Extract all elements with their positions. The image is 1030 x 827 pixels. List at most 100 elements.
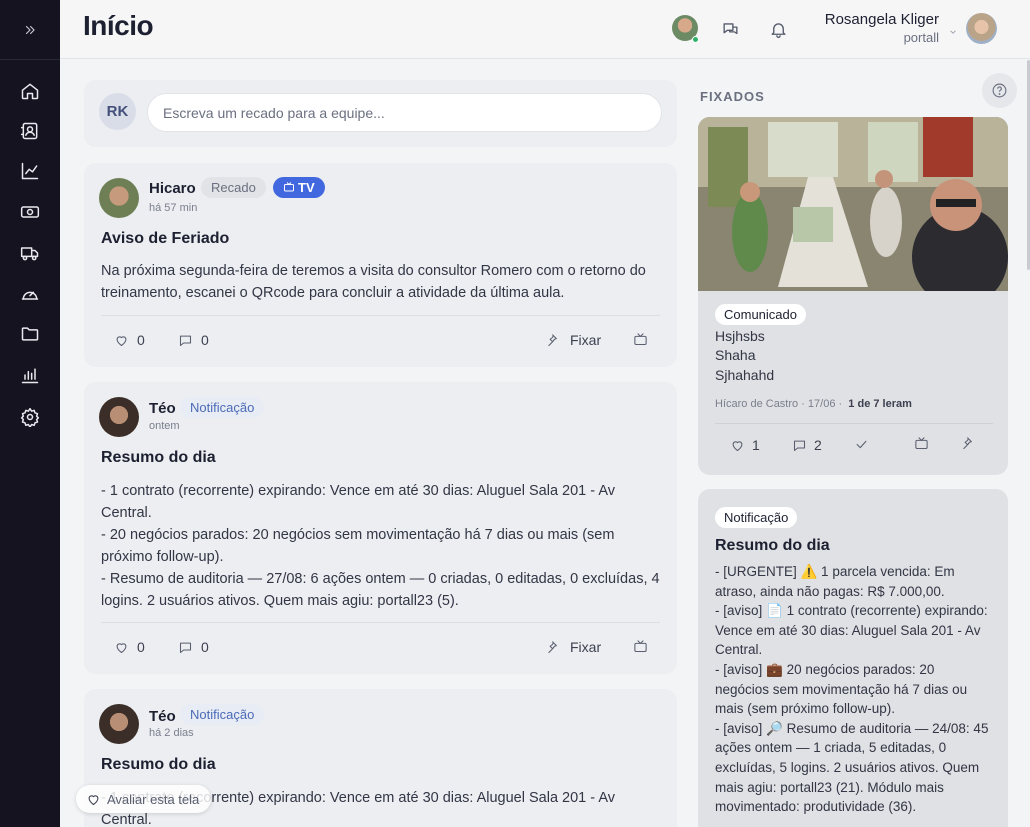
post-body-line: - 1 contrato (recorrente) expirando: Ven… — [101, 483, 615, 521]
pinned-card[interactable]: Notificação Resumo do dia - [URGENTE] ⚠️… — [698, 489, 1008, 827]
sidebar-item-contacts[interactable] — [17, 118, 43, 144]
heart-icon — [116, 642, 127, 653]
post-time: há 57 min — [149, 202, 198, 214]
comment-count: 0 — [201, 332, 209, 348]
pinned-body-line: - [aviso] 📄 1 contrato (recorrente) expi… — [715, 603, 988, 658]
post-title: Resumo do dia — [101, 756, 216, 773]
unpin-button[interactable] — [962, 436, 977, 451]
like-button[interactable]: 1 — [730, 437, 760, 453]
composer-avatar: RK — [99, 93, 136, 130]
composer-card: RK — [84, 80, 677, 147]
comment-icon — [179, 335, 192, 346]
like-count: 1 — [752, 437, 760, 453]
help-button[interactable] — [982, 73, 1017, 108]
pinned-card[interactable]: Comunicado Hsjhsbs Shaha Sjhahahd Hícaro… — [698, 117, 1008, 475]
sidebar-item-finance[interactable] — [17, 199, 43, 225]
feedback-button[interactable]: Avaliar esta tela — [76, 785, 212, 813]
question-icon — [992, 83, 1007, 98]
check-icon — [856, 440, 867, 449]
pinned-text-line: Hsjhsbs — [715, 328, 765, 344]
sidebar-item-home[interactable] — [17, 78, 43, 104]
bell-icon — [770, 22, 786, 38]
folder-icon — [21, 327, 39, 341]
pinned-text-line: Shaha — [715, 347, 756, 363]
author-avatar[interactable] — [99, 397, 139, 437]
author-avatar[interactable] — [99, 178, 139, 218]
post-time: há 2 dias — [149, 727, 194, 739]
sidebar — [0, 0, 60, 827]
user-org: portall — [903, 30, 939, 45]
tv-icon — [634, 333, 647, 346]
post-card: Téo Notificação ontem Resumo do dia - 1 … — [84, 382, 677, 674]
author-avatar[interactable] — [99, 704, 139, 744]
post-type-badge: Recado — [201, 177, 266, 198]
sidebar-item-reports[interactable] — [17, 362, 43, 388]
tv-badge-label: TV — [298, 180, 315, 195]
like-button[interactable]: 0 — [114, 639, 145, 655]
pin-icon — [548, 640, 557, 653]
post-title: Resumo do dia — [101, 449, 216, 466]
comment-icon — [179, 642, 192, 653]
chat-button[interactable] — [719, 18, 741, 40]
pinned-title: Resumo do dia — [715, 537, 830, 554]
pinned-read-count: 1 de 7 leram — [848, 398, 912, 410]
dashboard-icon — [21, 291, 39, 300]
bar-chart-icon — [21, 368, 39, 384]
user-name[interactable]: Rosangela Kliger — [825, 11, 939, 28]
truck-icon — [20, 247, 39, 261]
pinned-text-line: Sjhahahd — [715, 367, 775, 383]
comment-icon — [793, 440, 806, 451]
post-body-line: - Resumo de auditoria — 27/08: 6 ações o… — [101, 571, 660, 609]
heart-icon — [88, 794, 99, 805]
tv-button[interactable] — [633, 639, 648, 654]
pin-button[interactable]: Fixar — [547, 639, 601, 655]
feedback-label: Avaliar esta tela — [107, 791, 200, 807]
chevron-down-icon — [950, 30, 956, 34]
comment-button[interactable]: 2 — [792, 437, 822, 453]
user-avatar[interactable] — [966, 13, 997, 44]
post-body: Na próxima segunda-feira de teremos a vi… — [101, 263, 646, 301]
pinned-body-line: - [aviso] 🔎 Resumo de auditoria — 24/08:… — [715, 720, 989, 815]
comment-count: 2 — [814, 437, 822, 453]
user-menu-toggle[interactable] — [948, 24, 958, 42]
sidebar-item-files[interactable] — [17, 321, 43, 347]
pin-label: Fixar — [570, 639, 602, 655]
home-icon — [21, 83, 39, 100]
post-author[interactable]: Hicaro — [149, 180, 196, 197]
contacts-icon — [20, 122, 38, 140]
post-body-line: - 20 negócios parados: 20 negócios sem m… — [101, 527, 615, 565]
double-chevron-right-icon — [25, 25, 35, 34]
composer-input[interactable] — [147, 93, 662, 132]
tv-icon — [284, 182, 294, 192]
pinned-photo[interactable] — [698, 117, 1008, 291]
comment-button[interactable]: 0 — [178, 332, 209, 348]
top-header: Início Rosangela Kliger portall — [60, 0, 1030, 59]
post-time: ontem — [149, 420, 180, 432]
divider — [101, 315, 660, 316]
sidebar-item-settings[interactable] — [17, 404, 43, 430]
tv-badge: TV — [273, 177, 325, 198]
notifications-button[interactable] — [767, 18, 789, 40]
pinned-type-badge: Comunicado — [715, 304, 806, 325]
divider — [101, 622, 660, 623]
tv-button[interactable] — [914, 436, 929, 451]
post-type-badge: Notificação — [180, 704, 265, 725]
sidebar-item-analytics[interactable] — [17, 158, 43, 184]
sidebar-toggle[interactable] — [0, 0, 60, 60]
post-author[interactable]: Téo — [149, 400, 176, 417]
comment-button[interactable]: 0 — [178, 639, 209, 655]
post-type-badge: Notificação — [180, 397, 265, 418]
pinned-author-date: Hícaro de Castro · 17/06 · — [715, 398, 843, 410]
sidebar-item-dashboard[interactable] — [17, 281, 43, 307]
tv-icon — [634, 640, 647, 653]
heart-icon — [732, 440, 743, 451]
pin-button[interactable]: Fixar — [547, 332, 601, 348]
comment-count: 0 — [201, 639, 209, 655]
post-author[interactable]: Téo — [149, 708, 176, 725]
pinned-meta: Hícaro de Castro · 17/06 · 1 de 7 leram — [715, 398, 912, 410]
pinned-body: - [URGENTE] ⚠️ 1 parcela vencida: Em atr… — [715, 562, 991, 817]
like-button[interactable]: 0 — [114, 332, 145, 348]
mark-read-button[interactable] — [854, 437, 869, 452]
tv-button[interactable] — [633, 332, 648, 347]
sidebar-item-delivery[interactable] — [17, 240, 43, 266]
